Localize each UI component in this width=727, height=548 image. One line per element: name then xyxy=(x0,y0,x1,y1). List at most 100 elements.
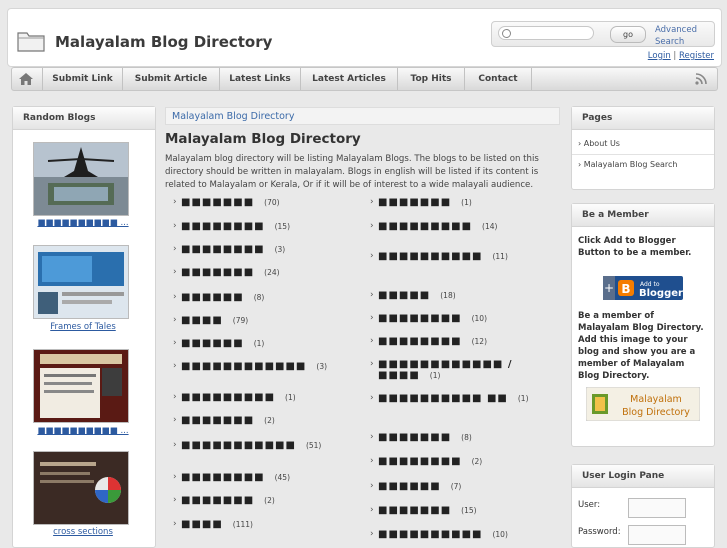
category-item[interactable]: › ■■■■ (111) xyxy=(169,519,359,530)
category-name[interactable]: ■■■■ xyxy=(181,519,223,530)
chevron-right-icon: › xyxy=(173,472,177,482)
category-item[interactable]: › ■■■■■■■ (8) xyxy=(366,432,556,443)
blogger-big-text: Blogger xyxy=(639,288,683,299)
password-field[interactable] xyxy=(628,525,686,545)
category-count: (1) xyxy=(285,393,296,402)
category-name[interactable]: ■■■■■■■■■ xyxy=(378,221,472,232)
login-link[interactable]: Login xyxy=(648,51,671,61)
nav-latest-articles[interactable]: Latest Articles xyxy=(300,68,397,90)
add-to-blogger-button[interactable]: + B Add to Blogger xyxy=(603,276,683,300)
category-name[interactable]: ■■■■■ xyxy=(378,290,430,301)
category-name[interactable]: ■■■■■■ xyxy=(181,292,244,303)
rss-icon[interactable] xyxy=(695,73,707,85)
category-name[interactable]: ■■■■■■■■■■ xyxy=(378,529,482,540)
category-item[interactable]: › ■■■■■■■ (24) xyxy=(169,267,359,278)
category-item[interactable]: › ■■■■■■■ (70) xyxy=(169,197,359,208)
category-name[interactable]: ■■■■■■■■■■■■ xyxy=(181,361,306,372)
category-item[interactable]: › ■■■■■■ (8) xyxy=(169,292,359,303)
category-name[interactable]: ■■■■■■■■ xyxy=(181,472,265,483)
category-name[interactable]: ■■■■■■■■■■■■ / ■■■■ xyxy=(378,359,513,381)
category-item[interactable]: › ■■■■■■■■■■ ■■ (1) xyxy=(366,393,556,404)
blog-thumbnail-3[interactable] xyxy=(33,349,129,423)
page-description: Malayalam blog directory will be listing… xyxy=(165,154,539,190)
category-name[interactable]: ■■■■■■■ xyxy=(181,267,254,278)
category-item[interactable]: › ■■■■■ (18) xyxy=(366,290,556,301)
advanced-search-link[interactable]: Advanced Search xyxy=(655,24,705,48)
category-count: (70) xyxy=(264,198,280,207)
member-title: Be a Member xyxy=(572,204,714,227)
category-item[interactable]: › ■■■■■■■■ (12) xyxy=(366,336,556,347)
category-item[interactable]: › ■■■■■■■ (2) xyxy=(169,415,359,426)
username-field[interactable] xyxy=(628,498,686,518)
category-item[interactable]: › ■■■■■■■■ (3) xyxy=(169,244,359,255)
category-name[interactable]: ■■■■■■■ xyxy=(181,495,254,506)
category-name[interactable]: ■■■■■■■■■■ xyxy=(378,251,482,262)
category-item[interactable]: › ■■■■■■■■■■ (11) xyxy=(366,251,556,262)
blog-caption-3[interactable]: ■■■■■■■■■■ ... xyxy=(13,426,153,436)
category-item[interactable]: › ■■■■■■ (7) xyxy=(366,481,556,492)
blog-thumbnail-1[interactable] xyxy=(33,142,129,216)
page-link-about-label: About Us xyxy=(583,139,620,148)
category-item[interactable]: › ■■■■■■■ (1) xyxy=(366,197,556,208)
category-item[interactable]: › ■■■■■■■ (2) xyxy=(169,495,359,506)
member-badge[interactable]: Malayalam Blog Directory xyxy=(586,387,700,421)
folder-logo-icon xyxy=(17,32,45,52)
category-item[interactable]: › ■■■■■■■ (15) xyxy=(366,505,556,516)
category-name[interactable]: ■■■■■■ xyxy=(181,338,244,349)
home-icon[interactable] xyxy=(19,73,33,85)
category-name[interactable]: ■■■■■■■■■■■ xyxy=(181,440,296,451)
nav-top-hits[interactable]: Top Hits xyxy=(397,68,464,90)
category-item[interactable]: › ■■■■■■■■■ (1) xyxy=(169,392,359,403)
category-item[interactable]: › ■■■■■■ (1) xyxy=(169,338,359,349)
nav-contact[interactable]: Contact xyxy=(464,68,532,90)
chevron-right-icon: › xyxy=(173,267,177,277)
category-name[interactable]: ■■■■ xyxy=(181,315,223,326)
category-name[interactable]: ■■■■■■■ xyxy=(181,415,254,426)
category-name[interactable]: ■■■■■■■■■■ ■■ xyxy=(378,393,508,404)
register-link[interactable]: Register xyxy=(679,51,714,61)
category-name[interactable]: ■■■■■■■ xyxy=(378,197,451,208)
go-button[interactable]: go xyxy=(610,26,646,43)
category-name[interactable]: ■■■■■■■ xyxy=(181,197,254,208)
blog-caption-1[interactable]: ■■■■■■■■■■ ... xyxy=(13,218,153,228)
category-name[interactable]: ■■■■■■■ xyxy=(378,505,451,516)
nav-latest-links[interactable]: Latest Links xyxy=(219,68,300,90)
category-item[interactable]: › ■■■■■■■■■■ (10) xyxy=(366,529,556,540)
chevron-right-icon: › xyxy=(173,338,177,348)
svg-text:B: B xyxy=(621,282,630,296)
blog-caption-4[interactable]: cross sections xyxy=(13,527,153,537)
category-name[interactable]: ■■■■■■■■ xyxy=(378,313,462,324)
chevron-right-icon: › xyxy=(173,392,177,402)
category-name[interactable]: ■■■■■■ xyxy=(378,481,441,492)
search-input[interactable] xyxy=(498,26,594,40)
chevron-right-icon: › xyxy=(370,481,374,491)
page-link-about[interactable]: › About Us xyxy=(572,134,714,155)
category-item[interactable]: › ■■■■■■■■■■■■ (3) xyxy=(169,361,359,372)
site-title[interactable]: Malayalam Blog Directory xyxy=(55,33,272,51)
password-label: Password: xyxy=(578,527,621,537)
category-name[interactable]: ■■■■■■■■■ xyxy=(181,392,275,403)
category-count: (10) xyxy=(492,530,508,539)
category-item[interactable]: › ■■■■■■■■ (45) xyxy=(169,472,359,483)
category-item[interactable]: › ■■■■■■■■■ (14) xyxy=(366,221,556,232)
category-item[interactable]: › ■■■■■■■■ (2) xyxy=(366,456,556,467)
category-name[interactable]: ■■■■■■■ xyxy=(378,432,451,443)
page-link-search[interactable]: › Malayalam Blog Search xyxy=(572,155,714,175)
blog-thumbnail-2[interactable] xyxy=(33,245,129,319)
category-item[interactable]: › ■■■■■■■■ (10) xyxy=(366,313,556,324)
nav-submit-link[interactable]: Submit Link xyxy=(42,68,122,90)
category-item[interactable]: › ■■■■■■■■■■■■ / ■■■■ (1) xyxy=(366,359,556,381)
chevron-right-icon: › xyxy=(370,336,374,346)
nav-submit-article[interactable]: Submit Article xyxy=(122,68,219,90)
category-name[interactable]: ■■■■■■■■ xyxy=(378,456,462,467)
category-item[interactable]: › ■■■■■■■■■■■ (51) xyxy=(169,440,359,451)
category-name[interactable]: ■■■■■■■■ xyxy=(181,221,265,232)
breadcrumb[interactable]: Malayalam Blog Directory xyxy=(165,107,560,125)
blog-thumbnail-4[interactable] xyxy=(33,451,129,525)
category-item[interactable]: › ■■■■■■■■ (15) xyxy=(169,221,359,232)
blog-caption-2[interactable]: Frames of Tales xyxy=(13,322,153,332)
category-item[interactable]: › ■■■■ (79) xyxy=(169,315,359,326)
category-name[interactable]: ■■■■■■■■ xyxy=(181,244,265,255)
chevron-right-icon: › xyxy=(370,432,374,442)
category-name[interactable]: ■■■■■■■■ xyxy=(378,336,462,347)
